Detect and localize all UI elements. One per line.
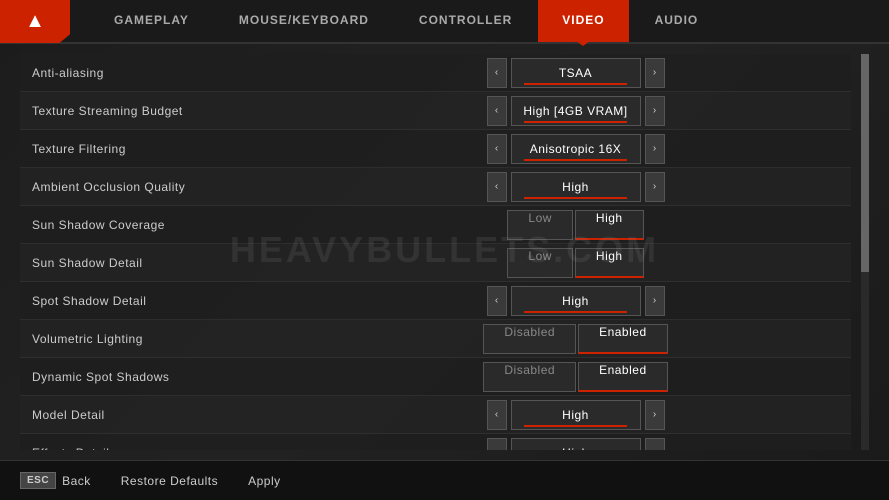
apply-label: Apply	[248, 474, 281, 488]
toggle-volumetric-lighting: Disabled Enabled	[483, 324, 667, 354]
tab-video[interactable]: VIDEO	[538, 0, 628, 42]
control-model-detail: ‹ High ›	[312, 400, 839, 430]
label-sun-shadow-coverage: Sun Shadow Coverage	[32, 218, 312, 232]
setting-row-sun-shadow-coverage: Sun Shadow Coverage Low High	[20, 206, 851, 244]
control-effects-detail: ‹ High ›	[312, 438, 839, 451]
bottom-bar: ESC Back Restore Defaults Apply	[0, 460, 889, 500]
toggle-dynamic-spot-shadows: Disabled Enabled	[483, 362, 667, 392]
next-texture-filtering[interactable]: ›	[645, 134, 665, 164]
restore-defaults-label: Restore Defaults	[121, 474, 218, 488]
nav-bar: ▲ GAMEPLAY MOUSE/KEYBOARD CONTROLLER VID…	[0, 0, 889, 44]
back-label: Back	[62, 474, 91, 488]
toggle-sun-shadow-detail-low[interactable]: Low	[507, 248, 573, 278]
value-anti-aliasing: TSAA	[511, 58, 641, 88]
next-model-detail[interactable]: ›	[645, 400, 665, 430]
toggle-volumetric-lighting-enabled[interactable]: Enabled	[578, 324, 668, 354]
arrow-selector-model-detail: ‹ High ›	[487, 400, 665, 430]
toggle-sun-shadow-detail-high[interactable]: High	[575, 248, 644, 278]
value-ambient-occlusion: High	[511, 172, 641, 202]
next-effects-detail[interactable]: ›	[645, 438, 665, 451]
control-anti-aliasing: ‹ TSAA ›	[312, 58, 839, 88]
setting-row-spot-shadow-detail: Spot Shadow Detail ‹ High ›	[20, 282, 851, 320]
control-texture-filtering: ‹ Anisotropic 16X ›	[312, 134, 839, 164]
value-texture-streaming: High [4GB VRAM]	[511, 96, 641, 126]
label-dynamic-spot-shadows: Dynamic Spot Shadows	[32, 370, 312, 384]
label-effects-detail: Effects Detail	[32, 446, 312, 451]
prev-ambient-occlusion[interactable]: ‹	[487, 172, 507, 202]
control-volumetric-lighting: Disabled Enabled	[312, 324, 839, 354]
toggle-sun-shadow-coverage: Low High	[507, 210, 643, 240]
control-sun-shadow-coverage: Low High	[312, 210, 839, 240]
arrow-selector-texture-streaming: ‹ High [4GB VRAM] ›	[487, 96, 665, 126]
value-effects-detail: High	[511, 438, 641, 451]
prev-texture-filtering[interactable]: ‹	[487, 134, 507, 164]
setting-row-texture-filtering: Texture Filtering ‹ Anisotropic 16X ›	[20, 130, 851, 168]
esc-key-badge: ESC	[20, 472, 56, 489]
toggle-sun-shadow-coverage-low[interactable]: Low	[507, 210, 573, 240]
next-ambient-occlusion[interactable]: ›	[645, 172, 665, 202]
main-content: Anti-aliasing ‹ TSAA › Texture Streaming…	[0, 44, 889, 460]
arrow-selector-texture-filtering: ‹ Anisotropic 16X ›	[487, 134, 665, 164]
arrow-selector-anti-aliasing: ‹ TSAA ›	[487, 58, 665, 88]
label-model-detail: Model Detail	[32, 408, 312, 422]
toggle-volumetric-lighting-disabled[interactable]: Disabled	[483, 324, 576, 354]
value-spot-shadow-detail: High	[511, 286, 641, 316]
arrow-selector-spot-shadow-detail: ‹ High ›	[487, 286, 665, 316]
label-spot-shadow-detail: Spot Shadow Detail	[32, 294, 312, 308]
prev-anti-aliasing[interactable]: ‹	[487, 58, 507, 88]
tab-gameplay[interactable]: GAMEPLAY	[90, 0, 213, 42]
label-ambient-occlusion: Ambient Occlusion Quality	[32, 180, 312, 194]
control-texture-streaming: ‹ High [4GB VRAM] ›	[312, 96, 839, 126]
setting-row-texture-streaming: Texture Streaming Budget ‹ High [4GB VRA…	[20, 92, 851, 130]
scrollbar[interactable]	[861, 54, 869, 450]
setting-row-ambient-occlusion: Ambient Occlusion Quality ‹ High ›	[20, 168, 851, 206]
label-texture-streaming: Texture Streaming Budget	[32, 104, 312, 118]
settings-panel[interactable]: Anti-aliasing ‹ TSAA › Texture Streaming…	[20, 54, 851, 450]
prev-model-detail[interactable]: ‹	[487, 400, 507, 430]
action-restore-defaults[interactable]: Restore Defaults	[121, 474, 218, 488]
toggle-dynamic-spot-shadows-enabled[interactable]: Enabled	[578, 362, 668, 392]
nav-tabs: GAMEPLAY MOUSE/KEYBOARD CONTROLLER VIDEO…	[90, 0, 722, 42]
control-dynamic-spot-shadows: Disabled Enabled	[312, 362, 839, 392]
next-spot-shadow-detail[interactable]: ›	[645, 286, 665, 316]
setting-row-effects-detail: Effects Detail ‹ High ›	[20, 434, 851, 450]
control-spot-shadow-detail: ‹ High ›	[312, 286, 839, 316]
setting-row-sun-shadow-detail: Sun Shadow Detail Low High	[20, 244, 851, 282]
value-texture-filtering: Anisotropic 16X	[511, 134, 641, 164]
setting-row-anti-aliasing: Anti-aliasing ‹ TSAA ›	[20, 54, 851, 92]
setting-row-volumetric-lighting: Volumetric Lighting Disabled Enabled	[20, 320, 851, 358]
apex-logo-icon: ▲	[25, 10, 45, 33]
next-texture-streaming[interactable]: ›	[645, 96, 665, 126]
action-back[interactable]: ESC Back	[20, 472, 91, 489]
label-texture-filtering: Texture Filtering	[32, 142, 312, 156]
tab-controller[interactable]: CONTROLLER	[395, 0, 536, 42]
tab-audio[interactable]: AUDIO	[631, 0, 723, 42]
label-sun-shadow-detail: Sun Shadow Detail	[32, 256, 312, 270]
setting-row-dynamic-spot-shadows: Dynamic Spot Shadows Disabled Enabled	[20, 358, 851, 396]
arrow-selector-ambient-occlusion: ‹ High ›	[487, 172, 665, 202]
tab-mouse-keyboard[interactable]: MOUSE/KEYBOARD	[215, 0, 393, 42]
toggle-sun-shadow-detail: Low High	[507, 248, 643, 278]
toggle-dynamic-spot-shadows-disabled[interactable]: Disabled	[483, 362, 576, 392]
control-ambient-occlusion: ‹ High ›	[312, 172, 839, 202]
scroll-thumb[interactable]	[861, 54, 869, 272]
arrow-selector-effects-detail: ‹ High ›	[487, 438, 665, 451]
label-volumetric-lighting: Volumetric Lighting	[32, 332, 312, 346]
prev-effects-detail[interactable]: ‹	[487, 438, 507, 451]
prev-spot-shadow-detail[interactable]: ‹	[487, 286, 507, 316]
label-anti-aliasing: Anti-aliasing	[32, 66, 312, 80]
prev-texture-streaming[interactable]: ‹	[487, 96, 507, 126]
setting-row-model-detail: Model Detail ‹ High ›	[20, 396, 851, 434]
action-apply[interactable]: Apply	[248, 474, 281, 488]
toggle-sun-shadow-coverage-high[interactable]: High	[575, 210, 644, 240]
logo: ▲	[0, 0, 70, 43]
control-sun-shadow-detail: Low High	[312, 248, 839, 278]
value-model-detail: High	[511, 400, 641, 430]
next-anti-aliasing[interactable]: ›	[645, 58, 665, 88]
